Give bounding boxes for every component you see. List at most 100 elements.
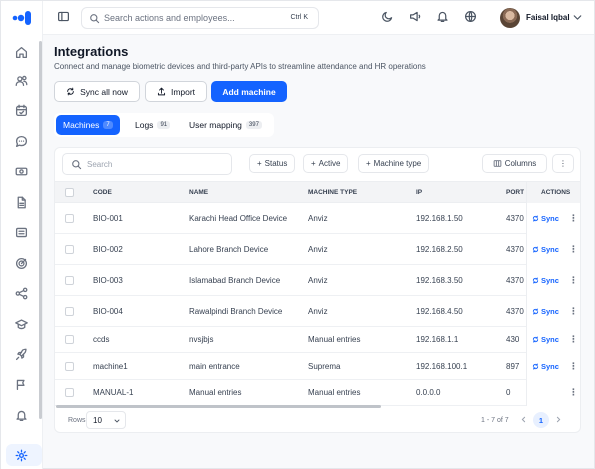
sync-button[interactable]: Sync	[532, 307, 559, 316]
add-machine-button[interactable]: Add machine	[211, 81, 287, 102]
row-checkbox[interactable]	[65, 276, 74, 285]
sync-all-button[interactable]: Sync all now	[54, 81, 140, 102]
row-more-icon[interactable]: ⋮	[569, 334, 578, 345]
cell-code: BIO-001	[93, 214, 123, 223]
cell-machine-type: Suprema	[308, 362, 341, 371]
row-more-icon[interactable]: ⋮	[569, 244, 578, 255]
tab-count-badge: 91	[157, 121, 171, 129]
table-row[interactable]: BIO-004 Rawalpindi Branch Device Anviz 192.…	[55, 296, 580, 327]
globe-icon[interactable]	[464, 10, 480, 26]
chevron-down-icon[interactable]	[571, 11, 587, 27]
row-more-icon[interactable]: ⋮	[569, 275, 578, 286]
sync-label: Sync	[541, 307, 559, 316]
sync-button[interactable]: Sync	[532, 276, 559, 285]
horizontal-scrollbar[interactable]	[56, 405, 381, 408]
columns-button[interactable]: Columns	[482, 154, 547, 173]
sidebar-scrollbar[interactable]	[39, 41, 42, 419]
chevron-right-icon[interactable]	[554, 415, 563, 424]
sidebar	[1, 1, 43, 469]
cell-name: Rawalpindi Branch Device	[189, 307, 283, 316]
user-name[interactable]: Faisal Iqbal	[526, 13, 570, 22]
row-checkbox[interactable]	[65, 335, 74, 344]
sync-label: Sync	[541, 335, 559, 344]
header-actions: ACTIONS	[541, 189, 571, 196]
row-checkbox[interactable]	[65, 214, 74, 223]
filter-label: Status	[264, 159, 288, 168]
sync-button[interactable]: Sync	[532, 335, 559, 344]
table-search-input[interactable]: Search	[62, 153, 232, 175]
header-name[interactable]: NAME	[189, 189, 208, 196]
sync-all-label: Sync all now	[80, 86, 128, 97]
document-icon[interactable]	[12, 193, 30, 211]
sync-button[interactable]: Sync	[532, 245, 559, 254]
actions-header-cell: ACTIONS	[526, 182, 580, 203]
search-icon	[90, 14, 100, 24]
graduation-icon[interactable]	[12, 315, 30, 333]
calendar-icon[interactable]	[12, 101, 30, 119]
actions-cell: Sync ⋮	[526, 203, 580, 234]
more-options-button[interactable]: ⋮	[552, 154, 574, 173]
chat-icon[interactable]	[12, 132, 30, 150]
moon-icon[interactable]	[381, 10, 397, 26]
avatar[interactable]	[500, 8, 520, 28]
tab-label: User mapping	[189, 120, 242, 130]
tab-label: Logs	[135, 120, 154, 130]
cell-port: 4370	[506, 214, 524, 223]
global-search-input[interactable]: Search actions and employees... Ctrl K	[81, 7, 319, 29]
users-icon[interactable]	[12, 71, 30, 89]
row-more-icon[interactable]: ⋮	[569, 306, 578, 317]
rocket-icon[interactable]	[12, 345, 30, 363]
announcement-icon[interactable]	[409, 10, 425, 26]
header-machine-type[interactable]: MACHINE TYPE	[308, 189, 357, 196]
tab-label: Machines	[63, 120, 100, 130]
tab-machines[interactable]: Machines 7	[56, 115, 120, 135]
select-all-checkbox[interactable]	[65, 188, 74, 197]
list-icon[interactable]	[12, 223, 30, 241]
chevron-left-icon[interactable]	[519, 415, 528, 424]
app-logo[interactable]	[11, 9, 33, 27]
bell-icon[interactable]	[12, 406, 30, 424]
row-more-icon[interactable]: ⋮	[569, 361, 578, 372]
actions-cell: Sync ⋮	[526, 327, 580, 353]
flag-icon[interactable]	[12, 375, 30, 393]
row-checkbox[interactable]	[65, 362, 74, 371]
bell-icon[interactable]	[436, 10, 452, 26]
columns-label: Columns	[504, 159, 537, 168]
search-placeholder: Search actions and employees...	[104, 13, 235, 23]
import-button[interactable]: Import	[145, 81, 207, 102]
table-row[interactable]: machine1 main entrance Suprema 192.168.100.…	[55, 353, 580, 380]
machine-type-filter-button[interactable]: + Machine type	[358, 154, 430, 173]
table-row[interactable]: MANUAL-1 Manual entries Manual entries 0.0.…	[55, 380, 580, 406]
page-number-button[interactable]: 1	[533, 412, 549, 428]
machines-table-card: Search + Status + Active + Machine type Col…	[54, 147, 581, 433]
cell-ip: 0.0.0.0	[416, 388, 441, 397]
header-code[interactable]: CODE	[93, 189, 112, 196]
header-port[interactable]: PORT	[506, 189, 524, 196]
tab-user-mapping[interactable]: User mapping 397	[182, 115, 269, 135]
table-row[interactable]: BIO-003 Islamabad Branch Device Anviz 192.1…	[55, 265, 580, 296]
cell-port: 4370	[506, 276, 524, 285]
header-ip[interactable]: IP	[416, 189, 422, 196]
status-filter-button[interactable]: + Status	[249, 154, 296, 173]
settings-icon[interactable]	[12, 446, 30, 464]
row-checkbox[interactable]	[65, 245, 74, 254]
table-row[interactable]: BIO-001 Karachi Head Office Device Anviz 19…	[55, 203, 580, 234]
row-more-icon[interactable]: ⋮	[569, 387, 578, 398]
sync-button[interactable]: Sync	[532, 362, 559, 371]
actions-cell: ⋮	[526, 380, 580, 406]
sidebar-toggle-icon[interactable]	[57, 10, 73, 26]
active-filter-button[interactable]: + Active	[303, 154, 349, 173]
workflow-icon[interactable]	[12, 284, 30, 302]
row-more-icon[interactable]: ⋮	[569, 213, 578, 224]
money-icon[interactable]	[12, 162, 30, 180]
target-icon[interactable]	[12, 254, 30, 272]
row-checkbox[interactable]	[65, 307, 74, 316]
sync-button[interactable]: Sync	[532, 214, 559, 223]
tab-logs[interactable]: Logs 91	[128, 115, 177, 135]
rows-per-page-select[interactable]: 10	[86, 411, 126, 429]
search-icon	[72, 160, 82, 170]
table-row[interactable]: BIO-002 Lahore Branch Device Anviz 192.168.…	[55, 234, 580, 265]
table-row[interactable]: ccds nvsjbjs Manual entries 192.168.1.1 430 S…	[55, 327, 580, 353]
row-checkbox[interactable]	[65, 388, 74, 397]
home-icon[interactable]	[12, 43, 30, 61]
